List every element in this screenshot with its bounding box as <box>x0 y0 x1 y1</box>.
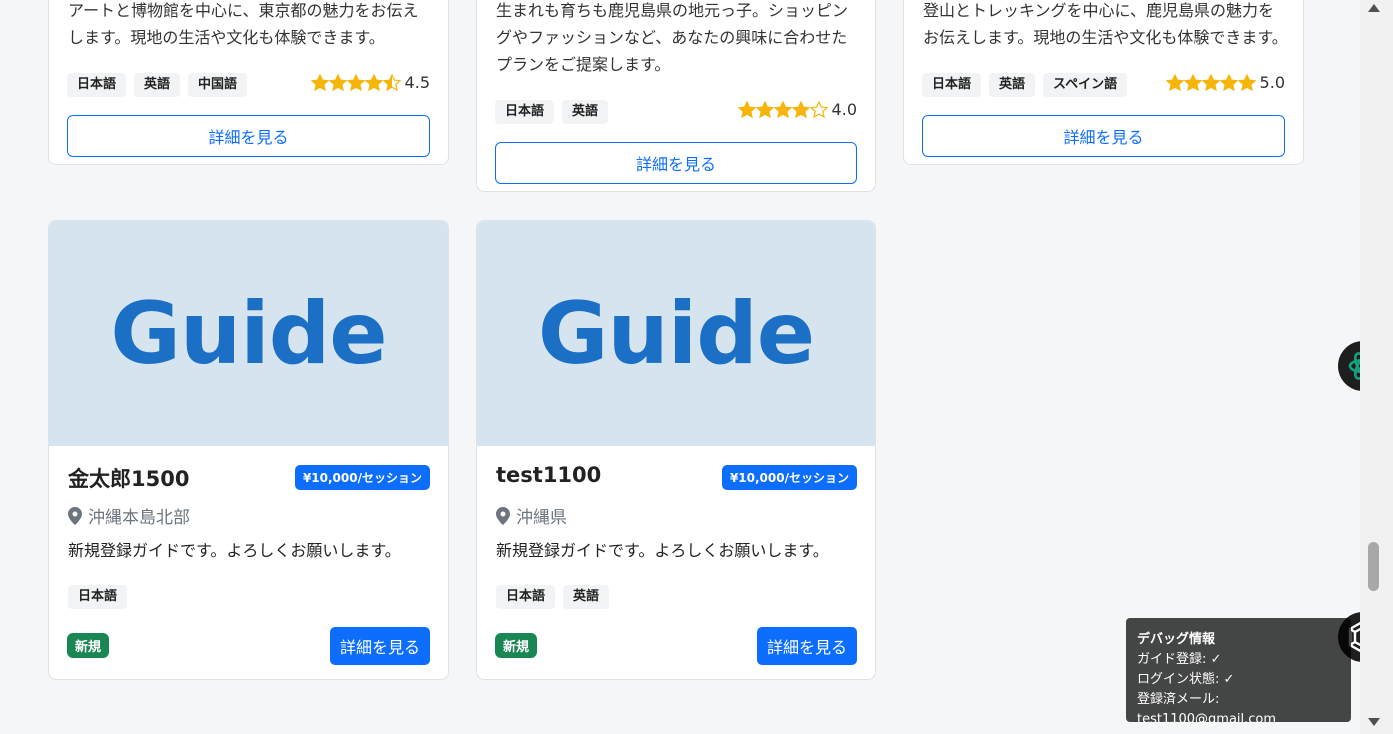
rating-stars <box>310 73 401 92</box>
view-details-button[interactable]: 詳細を見る <box>922 115 1285 157</box>
star-icon <box>1219 73 1238 91</box>
card-description: 新規登録ガイドです。よろしくお願いします。 <box>496 541 829 560</box>
language-tag: 日本語 <box>495 100 555 124</box>
rating-value: 4.0 <box>831 100 857 119</box>
rating: 5.0 <box>1165 73 1285 92</box>
language-list: 日本語 英語 <box>495 100 609 124</box>
price-badge: ¥10,000/セッション <box>721 465 857 490</box>
debug-guide-registered: ガイド登録: ✓ <box>1137 652 1222 667</box>
card-description: アートと博物館を中心に、東京都の魅力をお伝えします。現地の生活や文化も体験できま… <box>68 1 419 47</box>
card-description: 新規登録ガイドです。よろしくお願いします。 <box>68 541 401 560</box>
star-icon <box>346 73 365 91</box>
debug-title: デバッグ情報 <box>1137 632 1216 647</box>
location: 沖縄県 <box>496 503 567 528</box>
language-list: 日本語 英語 スペイン語 <box>922 73 1128 97</box>
view-details-button[interactable]: 詳細を見る <box>67 115 430 157</box>
new-badge: 新規 <box>67 633 110 658</box>
guide-card-kagoshima-shopping: 生まれも育ちも鹿児島県の地元っ子。ショッピングやファッションなど、あなたの興味に… <box>476 0 876 192</box>
rating-stars <box>1165 73 1256 92</box>
language-tag: 日本語 <box>496 585 556 609</box>
star-icon <box>1237 73 1256 91</box>
guide-name: test1100 <box>496 463 602 487</box>
star-icon <box>1183 73 1202 91</box>
debug-registered-email: 登録済メール: test1100@gmail.com <box>1137 692 1277 727</box>
new-badge: 新規 <box>495 633 538 658</box>
price-badge: ¥10,000/セッション <box>294 465 430 490</box>
language-list: 日本語 <box>68 585 128 609</box>
language-list: 日本語 英語 <box>496 585 610 609</box>
star-icon <box>809 100 828 118</box>
guide-name: 金太郎1500 <box>68 467 190 491</box>
guide-image: Guide <box>477 221 875 446</box>
language-tag: 英語 <box>563 585 610 609</box>
language-tag: 英語 <box>989 73 1036 97</box>
star-icon <box>1201 73 1220 91</box>
language-tag: 日本語 <box>67 73 127 97</box>
star-icon <box>737 100 756 118</box>
scroll-up-icon[interactable] <box>1368 4 1380 12</box>
card-description: 登山とトレッキングを中心に、鹿児島県の魅力をお伝えします。現地の生活や文化も体験… <box>923 1 1288 47</box>
star-icon <box>364 73 383 91</box>
rating: 4.5 <box>310 73 430 92</box>
rating-stars <box>737 100 828 119</box>
debug-login-status: ログイン状態: ✓ <box>1137 672 1235 687</box>
star-icon <box>791 100 810 118</box>
card-description: 生まれも育ちも鹿児島県の地元っ子。ショッピングやファッションなど、あなたの興味に… <box>496 1 849 74</box>
guide-card-test1100: Guide test1100 ¥10,000/セッション 沖縄県 新規登録ガイド… <box>476 220 876 680</box>
view-details-button[interactable]: 詳細を見る <box>756 627 857 665</box>
view-details-button[interactable]: 詳細を見る <box>495 142 857 184</box>
location-text: 沖縄県 <box>516 508 567 528</box>
page-scrollbar[interactable] <box>1360 0 1393 734</box>
guide-image: Guide <box>49 221 448 446</box>
rating-value: 5.0 <box>1259 73 1285 92</box>
map-pin-icon <box>496 506 510 525</box>
guide-card-kagoshima-hiking: 登山とトレッキングを中心に、鹿児島県の魅力をお伝えします。現地の生活や文化も体験… <box>903 0 1304 165</box>
language-tag: 英語 <box>134 73 181 97</box>
scrollbar-thumb[interactable] <box>1368 542 1379 591</box>
language-tag: 日本語 <box>68 585 128 609</box>
star-icon <box>382 73 401 91</box>
location-text: 沖縄本島北部 <box>88 508 190 528</box>
map-pin-icon <box>68 506 82 525</box>
language-tag: 中国語 <box>188 73 248 97</box>
guide-image-text: Guide <box>110 283 387 384</box>
star-icon <box>773 100 792 118</box>
star-icon <box>1165 73 1184 91</box>
rating-value: 4.5 <box>404 73 430 92</box>
language-tag: 英語 <box>562 100 609 124</box>
scroll-down-icon[interactable] <box>1368 718 1380 726</box>
star-icon <box>328 73 347 91</box>
rating: 4.0 <box>737 100 857 119</box>
star-icon <box>310 73 329 91</box>
location: 沖縄本島北部 <box>68 503 190 528</box>
guide-image-text: Guide <box>537 283 815 384</box>
language-tag: 日本語 <box>922 73 982 97</box>
guide-card-kintaro: Guide 金太郎1500 ¥10,000/セッション 沖縄本島北部 新規登録ガ… <box>48 220 449 680</box>
guide-card-tokyo: アートと博物館を中心に、東京都の魅力をお伝えします。現地の生活や文化も体験できま… <box>48 0 449 165</box>
view-details-button[interactable]: 詳細を見る <box>329 627 430 665</box>
debug-panel: デバッグ情報 ガイド登録: ✓ ログイン状態: ✓ 登録済メール: test11… <box>1126 618 1351 727</box>
language-tag: スペイン語 <box>1043 73 1128 97</box>
language-list: 日本語 英語 中国語 <box>67 73 248 97</box>
star-icon <box>755 100 774 118</box>
